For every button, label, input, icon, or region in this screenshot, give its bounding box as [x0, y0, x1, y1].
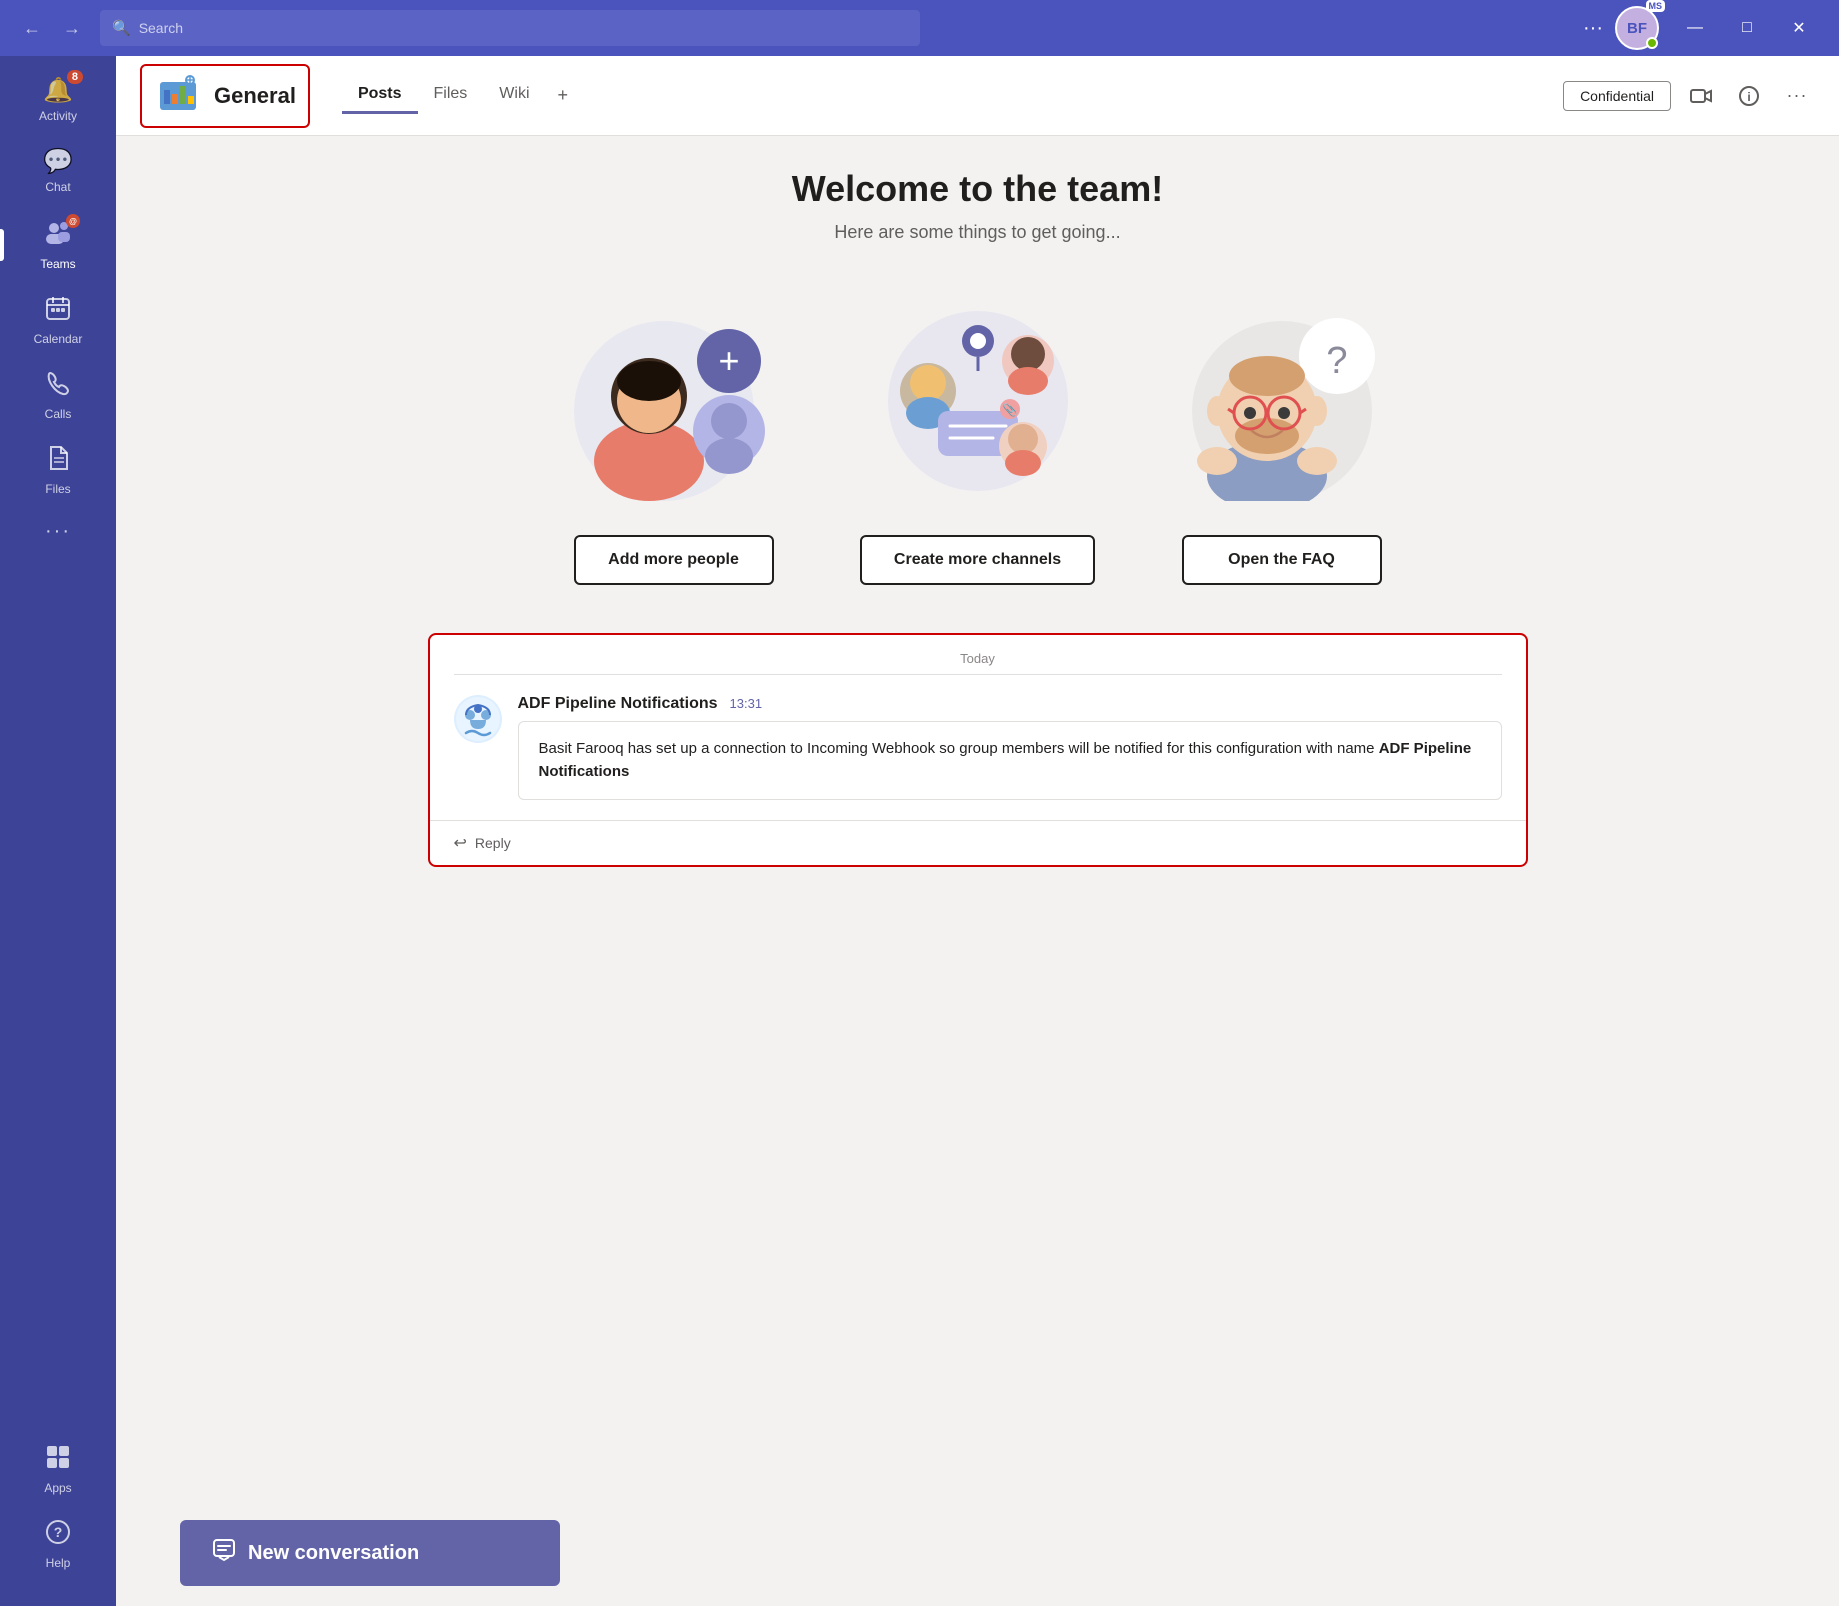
sidebar-label-files: Files: [45, 482, 70, 496]
window-controls: — □ ✕: [1671, 10, 1823, 46]
sidebar-item-apps[interactable]: Apps: [0, 1434, 116, 1505]
welcome-title: Welcome to the team!: [792, 168, 1163, 210]
sidebar-label-calendar: Calendar: [34, 332, 83, 346]
main-content: Welcome to the team! Here are some thing…: [116, 136, 1839, 1500]
new-conversation-button[interactable]: New conversation: [180, 1520, 560, 1586]
reply-label: Reply: [475, 835, 511, 851]
activity-icon: 🔔 8: [43, 76, 73, 105]
illustration-create-channels: 📎: [858, 291, 1098, 511]
message-text: Basit Farooq has set up a connection to …: [518, 721, 1502, 800]
svg-text:i: i: [1747, 90, 1750, 104]
header-right: Confidential i ···: [1563, 78, 1815, 114]
back-button[interactable]: ←: [16, 12, 48, 44]
message-header: ADF Pipeline Notifications 13:31: [518, 695, 1502, 713]
sidebar-label-calls: Calls: [45, 407, 72, 421]
tab-wiki[interactable]: Wiki: [483, 77, 545, 114]
sidebar-item-files[interactable]: Files: [0, 435, 116, 506]
sidebar-label-help: Help: [46, 1556, 71, 1570]
calendar-icon: [45, 295, 71, 328]
search-icon: 🔍: [112, 19, 131, 37]
video-call-button[interactable]: [1683, 78, 1719, 114]
message-body: ADF Pipeline Notifications 13:31 Basit F…: [518, 695, 1502, 800]
teams-icon: @: [44, 218, 72, 253]
sidebar-item-help[interactable]: ? Help: [0, 1509, 116, 1580]
sidebar-item-calls[interactable]: Calls: [0, 360, 116, 431]
message-avatar: [454, 695, 502, 743]
message-section: Today: [428, 633, 1528, 867]
sidebar-bottom: Apps ? Help: [0, 1432, 116, 1598]
sidebar-item-teams[interactable]: @ Teams: [0, 208, 116, 281]
action-card-faq: ?: [1162, 291, 1402, 585]
more-actions-button[interactable]: ···: [1779, 78, 1815, 114]
more-options-icon[interactable]: ···: [1583, 17, 1603, 40]
titlebar-right: ··· MS BF — □ ✕: [1583, 6, 1823, 50]
new-conversation-icon: [212, 1538, 236, 1568]
info-button[interactable]: i: [1731, 78, 1767, 114]
activity-badge: 8: [67, 70, 83, 84]
main-layout: 🔔 8 Activity 💬 Chat @ Teams: [0, 56, 1839, 1606]
help-icon: ?: [45, 1519, 71, 1552]
actions-row: + Add more people: [554, 291, 1402, 585]
maximize-button[interactable]: □: [1723, 10, 1771, 46]
open-faq-button[interactable]: Open the FAQ: [1182, 535, 1382, 585]
svg-text:+: +: [718, 340, 739, 381]
nav-buttons: ← →: [16, 12, 88, 44]
reply-area[interactable]: ↩ Reply: [430, 821, 1526, 865]
sidebar-label-teams: Teams: [40, 257, 75, 271]
sidebar-label-apps: Apps: [44, 1481, 71, 1495]
tab-posts[interactable]: Posts: [342, 77, 418, 114]
message-time: 13:31: [730, 696, 763, 711]
minimize-button[interactable]: —: [1671, 10, 1719, 46]
date-separator: Today: [454, 635, 1502, 675]
svg-text:?: ?: [1326, 340, 1347, 382]
message-thread: ADF Pipeline Notifications 13:31 Basit F…: [430, 675, 1526, 821]
search-input[interactable]: [139, 20, 908, 36]
content-area: General Posts Files Wiki + Confidential: [116, 56, 1839, 1606]
apps-icon: [45, 1444, 71, 1477]
more-icon: ···: [45, 520, 71, 543]
channel-icon: [154, 72, 202, 120]
sidebar-item-calendar[interactable]: Calendar: [0, 285, 116, 356]
message-text-content: Basit Farooq has set up a connection to …: [539, 740, 1379, 757]
reply-icon: ↩: [454, 833, 467, 853]
message-sender: ADF Pipeline Notifications: [518, 695, 718, 713]
new-conversation-label: New conversation: [248, 1542, 419, 1565]
sidebar: 🔔 8 Activity 💬 Chat @ Teams: [0, 56, 116, 1606]
action-card-create-channels: 📎 Create more channels: [858, 291, 1098, 585]
search-bar[interactable]: 🔍: [100, 10, 920, 46]
channel-title: General: [214, 83, 296, 109]
user-avatar-container[interactable]: MS BF: [1615, 6, 1659, 50]
svg-text:?: ?: [54, 1524, 63, 1540]
titlebar: ← → 🔍 ··· MS BF — □ ✕: [0, 0, 1839, 56]
illustration-faq: ?: [1162, 291, 1402, 511]
ms-badge: MS: [1646, 0, 1666, 12]
sidebar-item-activity[interactable]: 🔔 8 Activity: [0, 66, 116, 133]
teams-badge-dot: @: [66, 214, 80, 228]
chat-icon: 💬: [43, 147, 73, 176]
sidebar-item-more[interactable]: ···: [0, 510, 116, 557]
illustration-add-people: +: [554, 291, 794, 511]
online-status-dot: [1646, 37, 1658, 49]
welcome-subtitle: Here are some things to get going...: [834, 222, 1120, 243]
action-card-add-people: + Add more people: [554, 291, 794, 585]
files-icon: [45, 445, 71, 478]
confidential-button[interactable]: Confidential: [1563, 81, 1671, 111]
add-people-button[interactable]: Add more people: [574, 535, 774, 585]
sidebar-label-chat: Chat: [45, 180, 70, 194]
conversation-bar: New conversation: [116, 1500, 1839, 1606]
channel-name-area: General: [140, 64, 310, 128]
message-row: ADF Pipeline Notifications 13:31 Basit F…: [454, 695, 1502, 800]
channel-tabs: Posts Files Wiki +: [342, 77, 580, 114]
tab-files[interactable]: Files: [418, 77, 484, 114]
sidebar-label-activity: Activity: [39, 109, 77, 123]
calls-icon: [45, 370, 71, 403]
channel-header: General Posts Files Wiki + Confidential: [116, 56, 1839, 136]
sidebar-item-chat[interactable]: 💬 Chat: [0, 137, 116, 204]
close-button[interactable]: ✕: [1775, 10, 1823, 46]
svg-text:📎: 📎: [1002, 402, 1017, 417]
create-channels-button[interactable]: Create more channels: [860, 535, 1095, 585]
tab-add-button[interactable]: +: [546, 77, 581, 114]
forward-button[interactable]: →: [56, 12, 88, 44]
